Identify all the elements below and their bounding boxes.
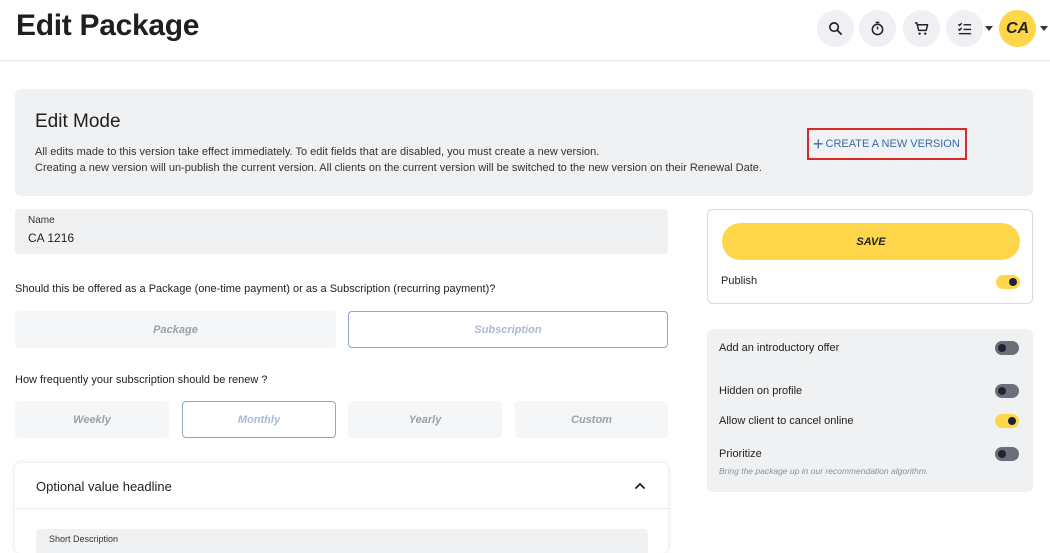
toggle-knob [998,450,1006,458]
name-label: Name [28,215,55,226]
toggle-knob [1009,278,1017,286]
search-icon [829,22,842,35]
prioritize-toggle[interactable] [995,447,1019,461]
toggle-knob [998,344,1006,352]
option-weekly[interactable]: Weekly [15,401,169,438]
option-subscription[interactable]: Subscription [348,311,668,348]
timer-button[interactable] [859,10,896,47]
toggle-knob [1008,417,1016,425]
page-title: Edit Package [16,9,200,42]
name-value[interactable]: CA 1216 [28,231,74,245]
tasks-dropdown-caret-icon[interactable] [985,26,993,31]
option-yearly[interactable]: Yearly [348,401,502,438]
edit-mode-panel: Edit Mode All edits made to this version… [15,89,1033,196]
create-new-version-label: CREATE A NEW VERSION [825,138,960,150]
card-divider [15,508,668,509]
edit-mode-title: Edit Mode [35,111,121,132]
renewal-question: How frequently your subscription should … [15,374,268,386]
tasks-button[interactable] [946,10,983,47]
avatar[interactable]: CA [999,10,1036,47]
hidden-on-profile-toggle[interactable] [995,384,1019,398]
stopwatch-icon [871,21,884,36]
publish-label: Publish [721,275,758,287]
create-new-version-button[interactable]: + CREATE A NEW VERSION [807,128,967,160]
introductory-offer-toggle[interactable] [995,341,1019,355]
hidden-on-profile-label: Hidden on profile [719,385,803,397]
option-monthly[interactable]: Monthly [182,401,336,438]
optional-value-headline: Optional value headline [36,479,172,494]
option-package[interactable]: Package [15,311,336,348]
prioritize-label: Prioritize [719,448,762,460]
optional-value-card: Optional value headline Short Descriptio… [15,463,668,553]
save-panel: SAVE Publish [707,209,1033,304]
cart-icon [914,22,929,35]
prioritize-description: Bring the package up in our recommendati… [719,466,929,476]
plus-icon: + [813,134,824,154]
top-header: Edit Package CA [0,0,1050,61]
toggle-knob [998,387,1006,395]
options-panel: Add an introductory offer Hidden on prof… [707,329,1033,492]
publish-toggle[interactable] [996,275,1020,289]
short-description-field[interactable]: Short Description [36,529,648,553]
introductory-offer-label: Add an introductory offer [719,342,840,354]
save-button[interactable]: SAVE [722,223,1020,260]
chevron-up-icon[interactable] [634,480,646,492]
option-custom[interactable]: Custom [515,401,668,438]
allow-cancel-online-toggle[interactable] [995,414,1019,428]
payment-type-question: Should this be offered as a Package (one… [15,283,496,295]
edit-mode-description-line2: Creating a new version will un-publish t… [35,162,762,174]
allow-cancel-online-label: Allow client to cancel online [719,415,854,427]
edit-mode-description-line1: All edits made to this version take effe… [35,146,600,158]
checklist-icon [957,22,972,35]
short-description-label: Short Description [49,534,119,544]
search-button[interactable] [817,10,854,47]
cart-button[interactable] [903,10,940,47]
account-dropdown-caret-icon[interactable] [1040,26,1048,31]
name-field[interactable]: Name CA 1216 [15,209,668,254]
